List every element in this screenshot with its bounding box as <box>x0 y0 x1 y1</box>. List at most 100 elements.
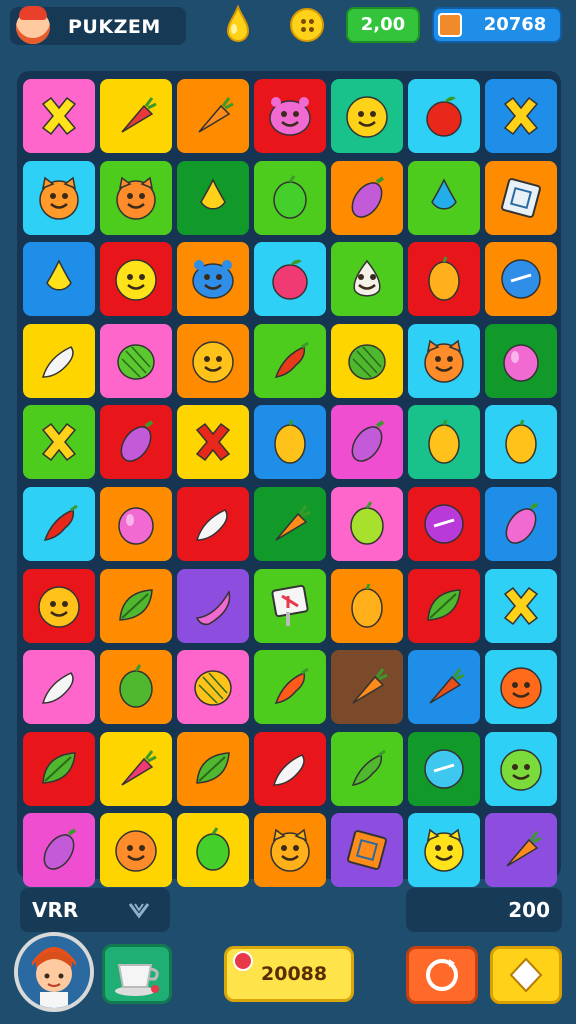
board-tile[interactable] <box>485 323 557 398</box>
smiley-face-icon <box>112 826 160 874</box>
board-tile[interactable] <box>254 242 326 317</box>
board-tile[interactable] <box>408 323 480 398</box>
coins-total-button[interactable]: 20088 <box>224 946 354 1002</box>
menu-dots-icon[interactable] <box>290 8 324 42</box>
board-tile[interactable] <box>177 568 249 643</box>
board-tile[interactable] <box>408 79 480 153</box>
board-tile[interactable] <box>485 487 557 561</box>
board-tile[interactable] <box>408 487 480 561</box>
board-tile[interactable] <box>331 650 403 725</box>
board-tile[interactable] <box>254 323 326 398</box>
board-tile[interactable] <box>23 405 95 480</box>
plum-icon <box>112 500 160 548</box>
board-tile[interactable] <box>254 487 326 561</box>
board-tile[interactable] <box>331 79 403 153</box>
board-tile[interactable] <box>100 405 172 480</box>
orb-icon <box>420 500 468 548</box>
board-tile[interactable] <box>331 813 403 888</box>
board-tile[interactable] <box>331 568 403 643</box>
game-logo: PUKZEM <box>10 6 186 45</box>
chili-icon <box>35 500 83 548</box>
board-tile[interactable] <box>177 160 249 235</box>
board-tile[interactable] <box>177 650 249 725</box>
board-tile[interactable] <box>408 160 480 235</box>
board-tile[interactable] <box>23 650 95 725</box>
board-tile[interactable] <box>254 160 326 235</box>
board-tile[interactable] <box>254 405 326 480</box>
board-tile[interactable] <box>177 731 249 806</box>
teacup-button[interactable] <box>102 944 172 1004</box>
board-tile[interactable] <box>254 568 326 643</box>
board-tile[interactable] <box>408 405 480 480</box>
board-tile[interactable] <box>100 487 172 561</box>
coins-counter[interactable]: 20768 <box>432 7 562 43</box>
board-tile[interactable] <box>485 650 557 725</box>
board-tile[interactable] <box>331 323 403 398</box>
chevron-down-icon[interactable] <box>128 900 150 920</box>
onion-icon <box>343 255 391 303</box>
box-icon <box>343 826 391 874</box>
board-tile[interactable] <box>100 323 172 398</box>
board-tile[interactable] <box>177 79 249 153</box>
board-tile[interactable] <box>254 731 326 806</box>
board-tile[interactable] <box>254 813 326 888</box>
board-tile[interactable] <box>331 487 403 561</box>
board-tile[interactable] <box>23 487 95 561</box>
board-tile[interactable] <box>100 160 172 235</box>
board-tile[interactable] <box>485 405 557 480</box>
board-tile[interactable] <box>177 813 249 888</box>
board-tile[interactable] <box>485 813 557 888</box>
board-tile[interactable] <box>23 323 95 398</box>
eggplant-icon <box>497 500 545 548</box>
board-tile[interactable] <box>100 650 172 725</box>
board-tile[interactable] <box>254 79 326 153</box>
board-tile[interactable] <box>100 731 172 806</box>
board-tile[interactable] <box>100 568 172 643</box>
board-tile[interactable] <box>408 242 480 317</box>
board-tile[interactable] <box>23 160 95 235</box>
board-tile[interactable] <box>331 405 403 480</box>
eggplant-icon <box>112 418 160 466</box>
board-tile[interactable] <box>408 731 480 806</box>
radish-icon <box>189 500 237 548</box>
board-tile[interactable] <box>408 568 480 643</box>
lemon-icon <box>497 418 545 466</box>
player-avatar[interactable] <box>14 932 94 1012</box>
board-tile[interactable] <box>23 731 95 806</box>
board-tile[interactable] <box>177 242 249 317</box>
plum-icon <box>497 337 545 385</box>
refresh-button[interactable] <box>406 946 478 1004</box>
chili-icon <box>266 337 314 385</box>
board-tile[interactable] <box>485 731 557 806</box>
diamond-button[interactable] <box>490 946 562 1004</box>
board-tile[interactable] <box>485 160 557 235</box>
board-tile[interactable] <box>23 79 95 153</box>
board-tile[interactable] <box>408 813 480 888</box>
board-tile[interactable] <box>177 405 249 480</box>
lime-icon <box>189 826 237 874</box>
board-tile[interactable] <box>100 813 172 888</box>
board-tile[interactable] <box>485 242 557 317</box>
mode-panel[interactable]: VRR <box>20 888 170 932</box>
board-tile[interactable] <box>485 79 557 153</box>
x-mark-icon <box>189 418 237 466</box>
board-tile[interactable] <box>23 568 95 643</box>
board-tile[interactable] <box>331 731 403 806</box>
melon-icon <box>343 337 391 385</box>
board-tile[interactable] <box>23 242 95 317</box>
board-tile[interactable] <box>100 242 172 317</box>
board-tile[interactable] <box>485 568 557 643</box>
smiley-face-icon <box>189 337 237 385</box>
cat-face-icon <box>112 174 160 222</box>
board-tile[interactable] <box>331 160 403 235</box>
board-tile[interactable] <box>331 242 403 317</box>
board-tile[interactable] <box>177 323 249 398</box>
board-tile[interactable] <box>254 650 326 725</box>
lemon-icon <box>420 418 468 466</box>
board-tile[interactable] <box>177 487 249 561</box>
carrot-icon <box>112 745 160 793</box>
board-tile[interactable] <box>100 79 172 153</box>
carrot-icon <box>189 92 237 140</box>
board-tile[interactable] <box>408 650 480 725</box>
board-tile[interactable] <box>23 813 95 888</box>
